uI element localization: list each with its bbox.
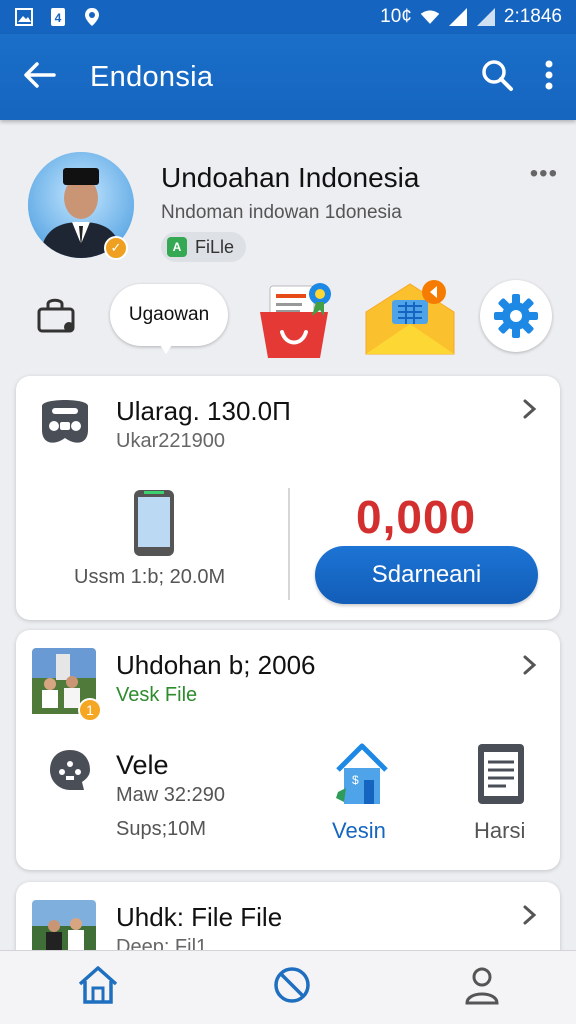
- more-horizontal-icon[interactable]: •••: [530, 160, 558, 188]
- card2-title: Uhdohan b; 2006: [116, 650, 316, 680]
- bottom-navigation: [0, 950, 576, 1024]
- wifi-icon: [420, 7, 440, 27]
- more-vertical-icon[interactable]: [544, 59, 554, 96]
- sim-4-icon: 4: [48, 7, 68, 27]
- bubble-label: Ugaowan: [128, 304, 210, 325]
- house-icon[interactable]: $: [334, 740, 390, 811]
- person-icon[interactable]: [464, 965, 500, 1010]
- svg-text:4: 4: [55, 11, 62, 25]
- back-arrow-icon[interactable]: [22, 60, 56, 95]
- status-bar: 4 10¢ 2:1846: [0, 0, 576, 34]
- steering-wheel-icon: [36, 394, 94, 453]
- profile-header: ✓ Undoahan Indonesia Nndoman indowan 1do…: [0, 140, 576, 266]
- quick-actions: Ugaowan: [0, 272, 576, 362]
- shopping-basket-icon[interactable]: [258, 276, 336, 367]
- file-chip-label: FiLle: [195, 236, 235, 257]
- item-line1: Maw 32:290: [116, 784, 225, 806]
- chevron-right-icon[interactable]: [518, 654, 540, 676]
- file-chip-icon: A: [167, 237, 187, 257]
- signal-2-icon: [476, 7, 496, 27]
- item-title: Vele: [116, 750, 169, 780]
- search-icon[interactable]: [480, 58, 514, 97]
- page-title: Endonsia: [90, 60, 214, 93]
- card2-subtitle: Vesk File: [116, 684, 198, 706]
- card1-subtitle: Ukar221900: [116, 430, 225, 452]
- verified-badge-icon: ✓: [104, 236, 128, 260]
- primary-action-button[interactable]: Sdarneani: [315, 546, 538, 604]
- file-chip[interactable]: A FiLle: [161, 232, 247, 262]
- location-icon: [82, 7, 102, 27]
- image-icon: [14, 7, 34, 27]
- bubble-tail: [158, 342, 174, 354]
- card3-title: Uhdk: File File: [116, 902, 283, 932]
- card1-title: Ularag. 130.0П: [116, 396, 291, 426]
- block-icon[interactable]: [272, 965, 312, 1010]
- divider: [288, 488, 290, 600]
- phone-icon: [132, 488, 176, 563]
- signal-icon: [448, 7, 468, 27]
- app-bar: Endonsia: [0, 34, 576, 120]
- document-icon[interactable]: [476, 742, 526, 811]
- notification-badge: 1: [78, 698, 102, 722]
- profile-name: Undoahan Indonesia: [161, 162, 420, 193]
- bag-lock-icon[interactable]: [36, 298, 78, 339]
- device-caption: Ussm 1:b; 20.0M: [74, 566, 226, 588]
- gear-icon[interactable]: [480, 280, 552, 352]
- home-icon[interactable]: [76, 964, 120, 1011]
- status-text: 10¢: [380, 6, 412, 27]
- chevron-right-icon[interactable]: [518, 904, 540, 926]
- chevron-right-icon[interactable]: [518, 398, 540, 420]
- profile-subtitle: Nndoman indowan 1donesia: [161, 202, 402, 223]
- card-file[interactable]: 1 Uhdohan b; 2006 Vesk File Vele Maw 32:…: [16, 630, 560, 870]
- item-line2: Sups;10M: [116, 818, 207, 840]
- clock: 2:1846: [503, 6, 562, 27]
- action-label-harsi[interactable]: Harsi: [474, 818, 525, 844]
- gauge-icon: [48, 748, 92, 797]
- card-listing[interactable]: Ularag. 130.0П Ukar221900 Ussm 1:b; 20.0…: [16, 376, 560, 620]
- speech-bubble[interactable]: Ugaowan: [110, 284, 228, 346]
- action-label-vesin[interactable]: Vesin: [332, 818, 386, 844]
- svg-text:$: $: [352, 773, 359, 787]
- price: 0,000: [356, 491, 477, 543]
